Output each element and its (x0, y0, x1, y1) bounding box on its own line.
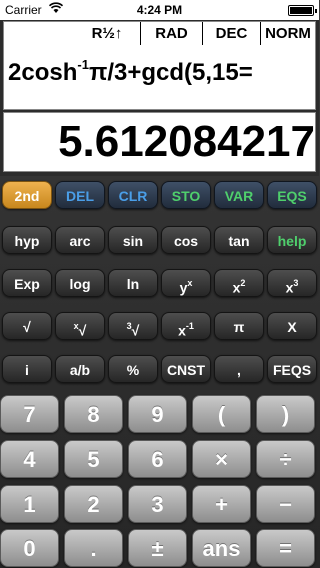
number-base-mode[interactable]: DEC (202, 22, 260, 45)
exponent-button[interactable]: Exp (2, 269, 52, 297)
angle-mode[interactable]: RAD (140, 22, 202, 45)
tangent-button[interactable]: tan (214, 226, 264, 254)
add-button[interactable]: + (192, 485, 251, 523)
cosine-button[interactable]: cos (161, 226, 211, 254)
notation-mode[interactable]: NORM (260, 22, 315, 45)
digit-7-button[interactable]: 7 (0, 395, 59, 433)
variables-button[interactable]: VAR (214, 181, 264, 209)
arc-button[interactable]: arc (55, 226, 105, 254)
equals-button[interactable]: = (256, 529, 315, 567)
second-function-button[interactable]: 2nd (2, 181, 52, 209)
sine-button[interactable]: sin (108, 226, 158, 254)
store-button[interactable]: STO (161, 181, 211, 209)
equations-button[interactable]: EQS (267, 181, 317, 209)
constants-button[interactable]: CNST (161, 355, 211, 383)
result-panel: 5.612084217 (3, 112, 316, 172)
close-paren-button[interactable]: ) (256, 395, 315, 433)
comma-button[interactable]: , (214, 355, 264, 383)
calculator-display: R½↑ RAD DEC NORM 2cosh-1π/3+gcd(5,15= 5.… (0, 20, 319, 176)
digit-5-button[interactable]: 5 (64, 440, 123, 478)
natural-log-button[interactable]: ln (108, 269, 158, 297)
log-button[interactable]: log (55, 269, 105, 297)
open-paren-button[interactable]: ( (192, 395, 251, 433)
result-value: 5.612084217 (58, 117, 315, 166)
status-bar: Carrier 4:24 PM (0, 0, 319, 20)
decimal-point-button[interactable]: . (64, 529, 123, 567)
rounding-mode[interactable]: R½↑ (74, 22, 140, 45)
digit-4-button[interactable]: 4 (0, 440, 59, 478)
cube-root-button[interactable]: 3√ (108, 312, 158, 340)
digit-3-button[interactable]: 3 (128, 485, 187, 523)
delete-button[interactable]: DEL (55, 181, 105, 209)
percent-button[interactable]: % (108, 355, 158, 383)
nth-root-button[interactable]: x√ (55, 312, 105, 340)
divide-button[interactable]: ÷ (256, 440, 315, 478)
expression-panel: R½↑ RAD DEC NORM 2cosh-1π/3+gcd(5,15= (3, 21, 316, 110)
power-button[interactable]: yx (161, 269, 211, 297)
digit-0-button[interactable]: 0 (0, 529, 59, 567)
pi-button[interactable]: π (214, 312, 264, 340)
digit-9-button[interactable]: 9 (128, 395, 187, 433)
digit-2-button[interactable]: 2 (64, 485, 123, 523)
help-button[interactable]: help (267, 226, 317, 254)
square-root-button[interactable]: √ (2, 312, 52, 340)
mode-bar: R½↑ RAD DEC NORM (4, 22, 315, 45)
plus-minus-button[interactable]: ± (128, 529, 187, 567)
subtract-button[interactable]: − (256, 485, 315, 523)
multiply-button[interactable]: × (192, 440, 251, 478)
hyperbolic-button[interactable]: hyp (2, 226, 52, 254)
clock: 4:24 PM (136, 3, 183, 17)
digit-6-button[interactable]: 6 (128, 440, 187, 478)
battery-icon (288, 5, 317, 16)
feqs-button[interactable]: FEQS (267, 355, 317, 383)
variable-x-button[interactable]: X (267, 312, 317, 340)
answer-button[interactable]: ans (192, 529, 251, 567)
fraction-button[interactable]: a/b (55, 355, 105, 383)
square-button[interactable]: x2 (214, 269, 264, 297)
expression-text: 2cosh-1π/3+gcd(5,15= (8, 57, 253, 86)
clear-button[interactable]: CLR (108, 181, 158, 209)
imaginary-button[interactable]: i (2, 355, 52, 383)
cube-button[interactable]: x3 (267, 269, 317, 297)
digit-1-button[interactable]: 1 (0, 485, 59, 523)
reciprocal-button[interactable]: x-1 (161, 312, 211, 340)
digit-8-button[interactable]: 8 (64, 395, 123, 433)
